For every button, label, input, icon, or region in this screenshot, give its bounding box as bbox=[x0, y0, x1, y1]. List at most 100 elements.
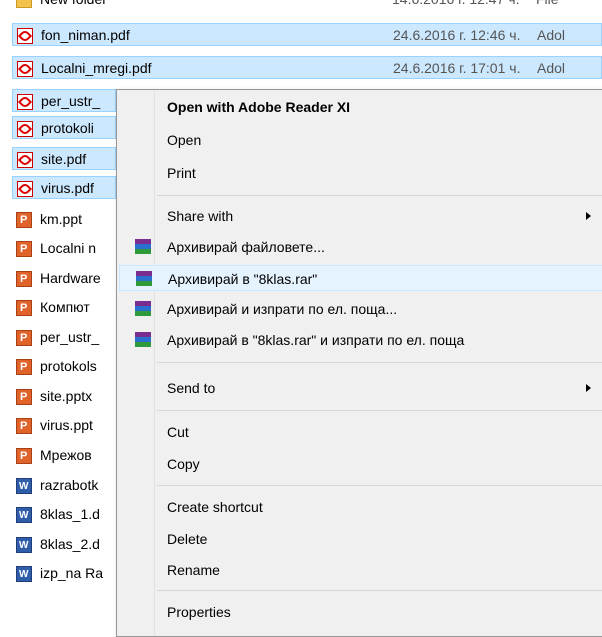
menu-separator bbox=[157, 590, 602, 591]
list-item[interactable]: Hardware bbox=[12, 267, 116, 291]
pdf-file-icon bbox=[17, 152, 33, 168]
file-name: virus.pdf bbox=[41, 180, 94, 196]
menu-item-label: Share with bbox=[167, 208, 234, 224]
menu-separator bbox=[157, 195, 602, 196]
list-item[interactable]: protokoli bbox=[12, 116, 116, 139]
list-item[interactable]: 8klas_2.d bbox=[12, 533, 116, 557]
submenu-arrow-icon bbox=[586, 384, 591, 392]
ppt-file-icon bbox=[16, 445, 32, 468]
list-item[interactable]: razrabotk bbox=[12, 474, 116, 498]
winrar-icon bbox=[135, 301, 151, 317]
menu-item-label: Open bbox=[167, 132, 202, 148]
menu-item-label: Cut bbox=[167, 424, 189, 440]
menu-item-label: Архивирай файловете... bbox=[167, 239, 325, 255]
winrar-icon bbox=[135, 332, 151, 348]
list-item[interactable]: Компют bbox=[12, 296, 116, 320]
list-item[interactable]: per_ustr_ bbox=[12, 326, 116, 350]
menu-item-archive-and-email[interactable]: Архивирай и изпрати по ел. поща... bbox=[119, 296, 602, 322]
list-item[interactable]: 8klas_1.d bbox=[12, 503, 116, 527]
file-name: izp_na Ra bbox=[40, 565, 104, 581]
menu-item-label: Open with Adobe Reader XI bbox=[167, 99, 351, 115]
file-type: File bbox=[536, 0, 559, 11]
word-file-icon bbox=[16, 504, 32, 527]
submenu-arrow-icon bbox=[586, 212, 591, 220]
menu-item-label: Copy bbox=[167, 456, 200, 472]
pdf-file-icon bbox=[17, 28, 33, 44]
file-type: Adol bbox=[537, 27, 566, 43]
menu-item-cut[interactable]: Cut bbox=[119, 419, 602, 445]
file-name: protokoli bbox=[41, 120, 94, 136]
menu-separator bbox=[157, 485, 602, 486]
ppt-file-icon bbox=[16, 327, 32, 350]
menu-item-label: Properties bbox=[167, 604, 231, 620]
list-item[interactable]: per_ustr_ bbox=[12, 89, 116, 112]
file-name: km.ppt bbox=[40, 211, 83, 227]
file-name: Localni_mregi.pdf bbox=[41, 60, 152, 76]
file-type: Adol bbox=[537, 60, 566, 76]
list-item[interactable]: Мрежов bbox=[12, 444, 116, 468]
file-name: 8klas_1.d bbox=[40, 506, 100, 522]
file-name: per_ustr_ bbox=[41, 93, 101, 109]
list-item[interactable]: Localni_mregi.pdf 24.6.2016 г. 17:01 ч. … bbox=[12, 56, 602, 79]
list-item[interactable]: protokols bbox=[12, 355, 116, 379]
menu-item-share-with[interactable]: Share with bbox=[119, 203, 602, 229]
file-name: Hardware bbox=[40, 270, 101, 286]
winrar-icon bbox=[136, 271, 152, 287]
menu-item-label: Rename bbox=[167, 562, 220, 578]
menu-item-rename[interactable]: Rename bbox=[119, 557, 602, 583]
list-item[interactable]: fon_niman.pdf 24.6.2016 г. 12:46 ч. Adol bbox=[12, 23, 602, 46]
menu-item-label: Print bbox=[167, 165, 196, 181]
list-item[interactable]: km.ppt bbox=[12, 208, 116, 232]
menu-item-delete[interactable]: Delete bbox=[119, 526, 602, 552]
file-name: protokols bbox=[40, 358, 97, 374]
ppt-file-icon bbox=[16, 415, 32, 438]
menu-item-label: Send to bbox=[167, 380, 216, 396]
menu-item-copy[interactable]: Copy bbox=[119, 451, 602, 477]
ppt-file-icon bbox=[16, 386, 32, 409]
menu-item-archive-to-8klas-rar-and-email[interactable]: Архивирай в "8klas.rar" и изпрати по ел.… bbox=[119, 327, 602, 353]
menu-item-label: Архивирай и изпрати по ел. поща... bbox=[167, 301, 398, 317]
menu-item-label: Delete bbox=[167, 531, 208, 547]
menu-item-label: Create shortcut bbox=[167, 499, 263, 515]
file-date: 14.6.2016 г. 12:47 ч. bbox=[392, 0, 519, 11]
word-file-icon bbox=[16, 563, 32, 586]
menu-item-open[interactable]: Open bbox=[119, 127, 602, 153]
menu-item-properties[interactable]: Properties bbox=[119, 599, 602, 625]
list-item[interactable]: site.pptx bbox=[12, 385, 116, 409]
list-item[interactable]: site.pdf bbox=[12, 147, 116, 170]
file-name: New folder bbox=[40, 0, 107, 11]
menu-item-send-to[interactable]: Send to bbox=[119, 375, 602, 401]
file-name: razrabotk bbox=[40, 477, 99, 493]
menu-item-label: Архивирай в "8klas.rar" и изпрати по ел.… bbox=[167, 332, 465, 348]
pdf-file-icon bbox=[17, 181, 33, 197]
menu-item-print[interactable]: Print bbox=[119, 160, 602, 186]
list-item[interactable]: virus.ppt bbox=[12, 414, 116, 438]
file-date: 24.6.2016 г. 12:46 ч. bbox=[393, 27, 521, 43]
ppt-file-icon bbox=[16, 356, 32, 379]
ppt-file-icon bbox=[16, 297, 32, 320]
menu-item-open-with-adobe-reader[interactable]: Open with Adobe Reader XI bbox=[119, 94, 602, 120]
menu-separator bbox=[157, 410, 602, 411]
ppt-file-icon bbox=[16, 209, 32, 232]
file-name: per_ustr_ bbox=[40, 329, 100, 345]
list-item[interactable]: Localni n bbox=[12, 237, 116, 261]
list-item[interactable]: New folder 14.6.2016 г. 12:47 ч. File bbox=[12, 0, 602, 11]
menu-item-archive-files[interactable]: Архивирай файловете... bbox=[119, 234, 602, 260]
menu-separator bbox=[157, 362, 602, 363]
list-item[interactable]: virus.pdf bbox=[12, 176, 116, 199]
file-name: Компют bbox=[40, 299, 90, 315]
folder-icon bbox=[16, 0, 32, 8]
ppt-file-icon bbox=[16, 268, 32, 291]
context-menu: Open with Adobe Reader XI Open Print Sha… bbox=[116, 89, 602, 637]
winrar-icon bbox=[135, 239, 151, 255]
word-file-icon bbox=[16, 534, 32, 557]
menu-item-archive-to-8klas-rar[interactable]: Архивирай в "8klas.rar" bbox=[119, 265, 602, 291]
pdf-file-icon bbox=[17, 121, 33, 137]
file-name: 8klas_2.d bbox=[40, 536, 100, 552]
file-name: site.pptx bbox=[40, 388, 93, 404]
menu-item-label: Архивирай в "8klas.rar" bbox=[168, 271, 318, 287]
list-item[interactable]: izp_na Ra bbox=[12, 562, 116, 586]
pdf-file-icon bbox=[17, 61, 33, 77]
menu-item-create-shortcut[interactable]: Create shortcut bbox=[119, 494, 602, 520]
file-name: Мрежов bbox=[40, 447, 92, 463]
